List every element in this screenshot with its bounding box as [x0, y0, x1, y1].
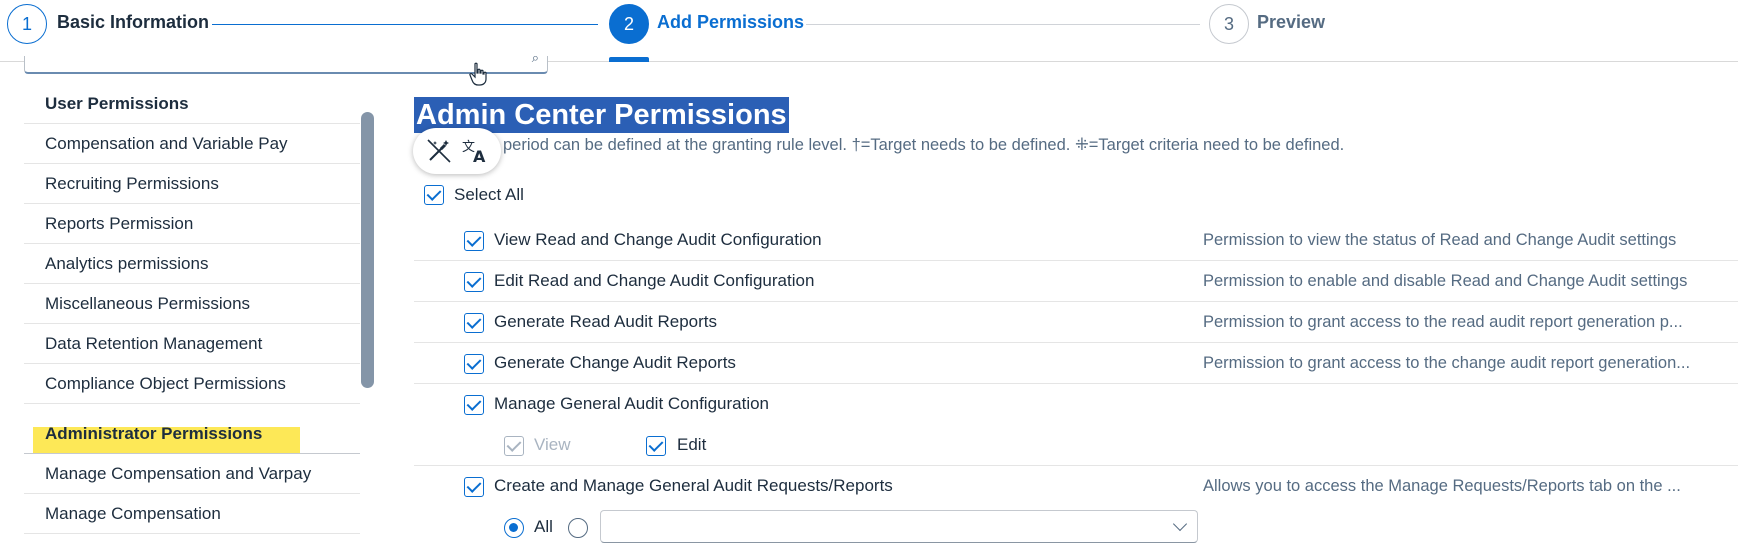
hand-cursor-icon: [469, 62, 487, 86]
view-checkbox[interactable]: [504, 436, 524, 456]
permission-category-list: User Permissions Compensation and Variab…: [24, 84, 360, 534]
view-option-label: View: [534, 435, 571, 454]
permission-description: Permission to view the status of Read an…: [1203, 231, 1677, 249]
svg-text:A: A: [473, 147, 486, 164]
permission-checkbox[interactable]: [464, 477, 484, 497]
permission-label: Generate Change Audit Reports: [494, 353, 736, 372]
table-row: Generate Read Audit Reports Permission t…: [414, 302, 1738, 343]
step-1-label[interactable]: Basic Information: [57, 12, 209, 33]
step-2-label[interactable]: Add Permissions: [657, 12, 804, 33]
table-row: Edit Read and Change Audit Configuration…: [414, 261, 1738, 302]
select-all-label: Select All: [454, 185, 524, 204]
chevron-down-icon[interactable]: [1172, 516, 1188, 532]
table-row: View Read and Change Audit Configuration…: [414, 220, 1738, 261]
table-row: Generate Change Audit Reports Permission…: [414, 343, 1738, 384]
step-1-circle[interactable]: 1: [7, 4, 47, 44]
permission-description: Allows you to access the Manage Requests…: [1203, 477, 1681, 495]
select-all-checkbox[interactable]: [424, 185, 444, 205]
sidebar-scrollbar[interactable]: [361, 112, 374, 388]
magic-wand-icon[interactable]: [426, 138, 452, 164]
permission-label: Generate Read Audit Reports: [494, 312, 718, 331]
sidebar-item-analytics-permissions[interactable]: Analytics permissions: [24, 244, 360, 284]
permission-description: Permission to grant access to the read a…: [1203, 313, 1683, 331]
legend-text: period can be defined at the granting ru…: [503, 136, 1345, 154]
step-3-circle[interactable]: 3: [1209, 4, 1249, 44]
permission-label: View Read and Change Audit Configuration: [494, 230, 822, 249]
wizard-header: 1 Basic Information 2 Add Permissions 3 …: [0, 0, 1738, 62]
permission-checkbox[interactable]: [464, 313, 484, 333]
permission-label: Edit Read and Change Audit Configuration: [494, 271, 815, 290]
sidebar-item-manage-compensation-varpay[interactable]: Manage Compensation and Varpay: [24, 454, 360, 494]
permission-description: Permission to grant access to the change…: [1203, 354, 1691, 372]
target-group-dropdown[interactable]: [600, 510, 1198, 543]
search-icon[interactable]: ⌕: [532, 50, 539, 66]
floating-text-toolbar: 文 A: [413, 128, 501, 174]
edit-option-label: Edit: [677, 435, 707, 454]
sidebar-item-compensation-variable-pay[interactable]: Compensation and Variable Pay: [24, 124, 360, 164]
permission-description: Permission to enable and disable Read an…: [1203, 272, 1688, 290]
permission-label: Manage General Audit Configuration: [494, 394, 770, 413]
permission-checkbox[interactable]: [464, 354, 484, 374]
step-3-label[interactable]: Preview: [1257, 12, 1325, 33]
permission-checkbox[interactable]: [464, 272, 484, 292]
active-step-indicator: [609, 57, 649, 62]
sidebar-item-manage-compensation[interactable]: Manage Compensation: [24, 494, 360, 534]
sidebar-item-recruiting-permissions[interactable]: Recruiting Permissions: [24, 164, 360, 204]
table-row: Manage General Audit Configuration View …: [414, 384, 1738, 466]
sidebar-item-reports-permission[interactable]: Reports Permission: [24, 204, 360, 244]
step-connector-1: [212, 24, 598, 25]
sidebar-item-miscellaneous-permissions[interactable]: Miscellaneous Permissions: [24, 284, 360, 324]
sidebar-item-compliance-object[interactable]: Compliance Object Permissions: [24, 364, 360, 404]
target-custom-radio[interactable]: [568, 518, 588, 538]
sidebar-item-administrator-permissions[interactable]: Administrator Permissions: [24, 414, 360, 454]
edit-checkbox[interactable]: [646, 436, 666, 456]
sidebar-item-data-retention[interactable]: Data Retention Management: [24, 324, 360, 364]
step-connector-2: [806, 24, 1200, 25]
sidebar-item-user-permissions[interactable]: User Permissions: [24, 84, 360, 124]
permission-checkbox[interactable]: [464, 231, 484, 251]
translate-icon[interactable]: 文 A: [461, 138, 489, 164]
target-all-radio[interactable]: [504, 518, 524, 538]
step-2-circle[interactable]: 2: [609, 4, 649, 44]
permission-label: Create and Manage General Audit Requests…: [494, 476, 893, 495]
permission-checkbox[interactable]: [464, 395, 484, 415]
target-all-label: All: [534, 517, 553, 536]
